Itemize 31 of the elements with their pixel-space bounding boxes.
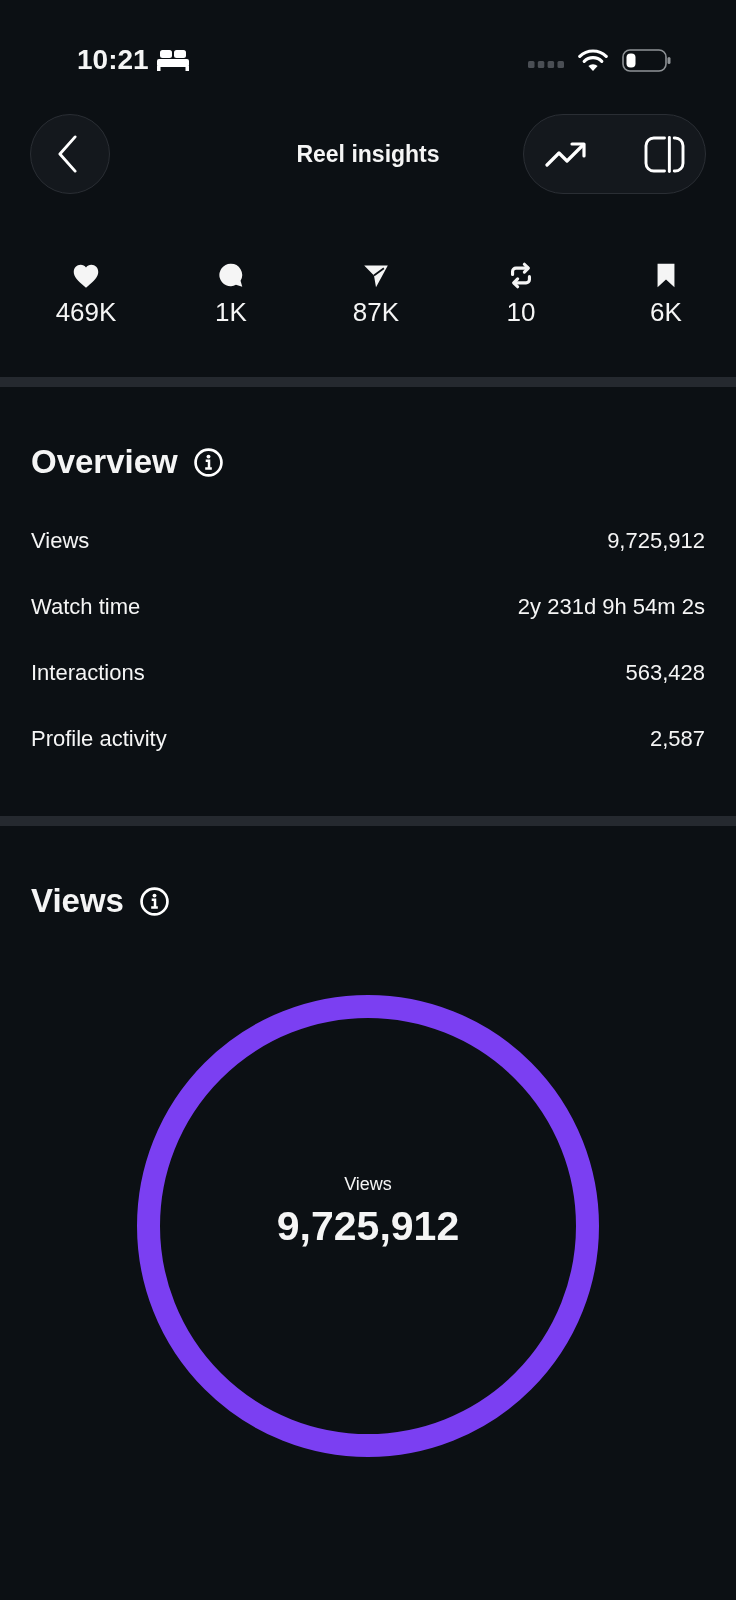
signal-icon: [528, 60, 564, 68]
speech-bubble-icon: [217, 262, 245, 289]
stat-count: 87K: [352, 297, 400, 327]
metric-value: 563,428: [625, 659, 705, 687]
metric-value: 9,725,912: [607, 527, 705, 555]
metric-label: Watch time: [31, 593, 141, 621]
trend-arrow-icon[interactable]: [545, 140, 587, 168]
stat-count: 469K: [55, 297, 117, 327]
section-title: Views: [31, 881, 124, 921]
battery-icon: [622, 48, 671, 72]
section-title: Overview: [31, 442, 178, 482]
chevron-left-icon: [57, 135, 78, 173]
ring-label: Views: [344, 1173, 392, 1195]
metric-label: Views: [31, 527, 90, 555]
split-panel-icon[interactable]: [644, 135, 685, 173]
metric-value: 2,587: [649, 725, 705, 753]
ring-value: 9,725,912: [276, 1203, 460, 1249]
stat-count: 1K: [215, 297, 247, 327]
metric-value: 2y 231d 9h 54m 2s: [517, 593, 705, 621]
bed-icon: [156, 49, 189, 71]
info-icon[interactable]: [193, 447, 223, 477]
stat-count: 10: [506, 297, 536, 327]
paper-plane-icon: [362, 262, 390, 289]
heart-icon: [72, 262, 100, 289]
status-time: 10:21: [77, 43, 149, 77]
info-icon[interactable]: [139, 886, 169, 916]
metric-label: Profile activity: [31, 725, 167, 753]
metric-label: Interactions: [31, 659, 145, 687]
wifi-icon: [578, 49, 608, 71]
page-title: Reel insights: [296, 140, 440, 168]
stat-count: 6K: [650, 297, 682, 327]
